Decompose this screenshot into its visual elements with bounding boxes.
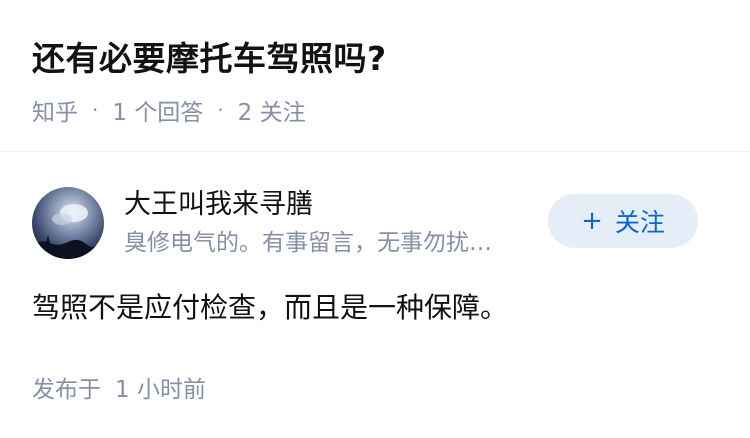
- sky-cloud-avatar-icon: [32, 187, 104, 259]
- follow-label: 关注: [614, 208, 665, 237]
- published-time: 1 小时前: [115, 377, 206, 403]
- source-label[interactable]: 知乎: [32, 93, 78, 127]
- published-label: 发布于: [32, 377, 101, 403]
- author-bio: 臭修电气的。有事留言，无事勿扰…: [124, 230, 492, 256]
- follower-count[interactable]: 2 关注: [238, 93, 306, 127]
- answer-content[interactable]: 驾照不是应付检查，而且是一种保障。: [32, 286, 718, 330]
- question-meta: 知乎 · 1 个回答 · 2 关注: [32, 93, 306, 127]
- follow-button[interactable]: + 关注: [548, 194, 698, 248]
- answer-count[interactable]: 1 个回答: [112, 93, 203, 127]
- section-divider: [0, 151, 750, 152]
- plus-icon: +: [581, 206, 603, 236]
- meta-separator: ·: [92, 98, 99, 122]
- avatar[interactable]: [32, 187, 104, 259]
- zhihu-question-card: 还有必要摩托车驾照吗? 知乎 · 1 个回答 · 2 关注 大王叫我来寻膳 臭修…: [0, 0, 750, 438]
- author-name[interactable]: 大王叫我来寻膳: [124, 187, 313, 223]
- answer-timestamp: 发布于 1 小时前: [32, 370, 206, 404]
- question-title[interactable]: 还有必要摩托车驾照吗?: [32, 36, 718, 82]
- meta-separator: ·: [217, 98, 224, 122]
- question-header: 还有必要摩托车驾照吗? 知乎 · 1 个回答 · 2 关注: [32, 36, 718, 126]
- author-row: 大王叫我来寻膳 臭修电气的。有事留言，无事勿扰… + 关注: [32, 185, 718, 261]
